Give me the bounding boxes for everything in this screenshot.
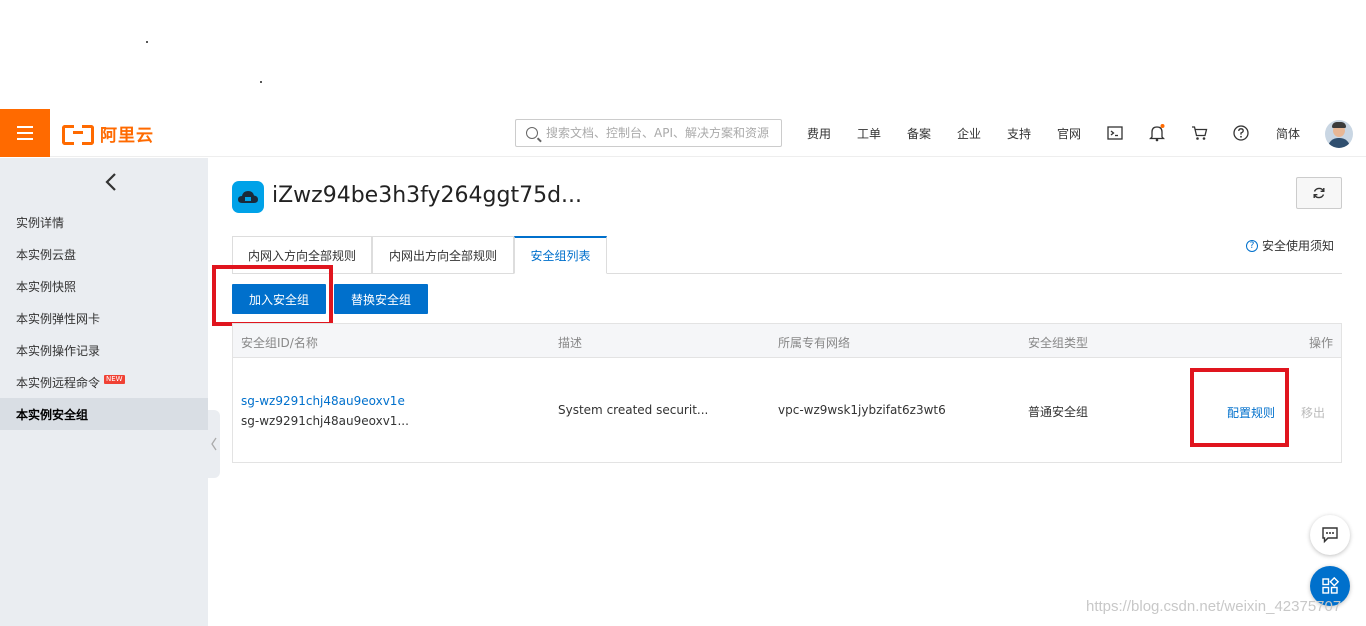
help-icon[interactable] xyxy=(1232,124,1250,142)
new-badge: NEW xyxy=(104,374,125,384)
security-group-vpc: vpc-wz9wsk1jybzifat6z3wt6 xyxy=(778,403,946,417)
instance-name: iZwz94be3h3fy264ggt75d... xyxy=(272,183,583,208)
terminal-icon[interactable] xyxy=(1106,124,1124,142)
tab-label: 内网入方向全部规则 xyxy=(247,248,356,263)
security-tips-label: 安全使用须知 xyxy=(1262,239,1335,253)
search-box[interactable] xyxy=(515,119,782,147)
nav-official-site[interactable]: 官网 xyxy=(1057,125,1081,142)
back-chevron-icon[interactable] xyxy=(100,170,124,194)
sidebar-item-label: 本实例快照 xyxy=(16,279,77,294)
avatar-hair xyxy=(1332,122,1346,128)
security-group-type: 普通安全组 xyxy=(1028,405,1089,419)
security-group-table: 安全组ID/名称 描述 所属专有网络 安全组类型 操作 sg-wz9291chj… xyxy=(232,323,1342,463)
table-header: 安全组ID/名称 描述 所属专有网络 安全组类型 操作 xyxy=(233,324,1341,358)
sidebar-item-label: 本实例弹性网卡 xyxy=(16,311,101,326)
remove-link[interactable]: 移出 xyxy=(1301,404,1325,421)
nav-fees[interactable]: 费用 xyxy=(807,125,831,142)
column-header-id-name: 安全组ID/名称 xyxy=(241,336,318,350)
sidebar-item-label: 本实例操作记录 xyxy=(16,343,101,358)
sidebar-item-label: 实例详情 xyxy=(16,215,65,230)
user-avatar[interactable] xyxy=(1325,120,1353,148)
sidebar-item-operation-logs[interactable]: 本实例操作记录 xyxy=(0,334,208,366)
tab-outbound-rules[interactable]: 内网出方向全部规则 xyxy=(372,236,514,274)
language-switch[interactable]: 简体 xyxy=(1276,125,1300,142)
column-header-vpc: 所属专有网络 xyxy=(778,336,851,350)
apps-grid-icon xyxy=(1322,577,1339,594)
nav-icp[interactable]: 备案 xyxy=(907,125,931,142)
search-input[interactable] xyxy=(546,126,776,140)
ecs-instance-icon xyxy=(232,181,264,213)
nav-tickets[interactable]: 工单 xyxy=(857,125,881,142)
search-icon xyxy=(526,127,538,139)
sidebar-item-disks[interactable]: 本实例云盘 xyxy=(0,238,208,270)
tab-security-group-list[interactable]: 安全组列表 xyxy=(514,236,607,274)
sidebar-item-label: 本实例云盘 xyxy=(16,247,77,262)
replace-security-group-button[interactable]: 替换安全组 xyxy=(334,284,428,314)
avatar-body xyxy=(1328,138,1350,148)
security-group-description: System created securit... xyxy=(558,403,709,417)
tab-label: 安全组列表 xyxy=(530,249,591,263)
cart-icon[interactable] xyxy=(1190,124,1208,142)
logo-text: 阿里云 xyxy=(100,125,154,146)
column-header-description: 描述 xyxy=(558,336,583,350)
security-group-name: sg-wz9291chj48au9eoxv1... xyxy=(241,414,409,428)
sidebar-item-label: 本实例安全组 xyxy=(16,407,89,422)
bell-icon[interactable] xyxy=(1148,124,1166,142)
tab-label: 内网出方向全部规则 xyxy=(388,248,497,263)
top-navigation-bar: 阿里云 费用 工单 备案 企业 支持 官网 简体 xyxy=(0,109,1366,157)
sidebar: 实例详情 本实例云盘 本实例快照 本实例弹性网卡 本实例操作记录 本实例远程命令… xyxy=(0,158,208,626)
sidebar-item-remote-commands[interactable]: 本实例远程命令 NEW xyxy=(0,366,208,398)
nav-enterprise[interactable]: 企业 xyxy=(957,125,981,142)
red-highlight-box xyxy=(212,265,333,326)
sidebar-collapse-handle[interactable] xyxy=(208,410,220,478)
column-header-type: 安全组类型 xyxy=(1028,336,1089,350)
refresh-icon xyxy=(1313,187,1325,199)
aliyun-logo-mark-icon xyxy=(62,123,94,145)
sidebar-item-eni[interactable]: 本实例弹性网卡 xyxy=(0,302,208,334)
question-icon: ? xyxy=(1246,239,1258,252)
chat-icon xyxy=(1322,527,1338,544)
column-header-actions: 操作 xyxy=(1309,336,1334,350)
stray-dot xyxy=(146,41,148,43)
aliyun-logo[interactable]: 阿里云 xyxy=(62,121,154,146)
stray-dot xyxy=(260,81,262,83)
sidebar-item-instance-details[interactable]: 实例详情 xyxy=(0,206,208,238)
security-group-id-link[interactable]: sg-wz9291chj48au9eoxv1e xyxy=(241,394,405,408)
watermark: https://blog.csdn.net/weixin_42375707 xyxy=(1086,598,1342,615)
nav-support[interactable]: 支持 xyxy=(1007,125,1031,142)
sidebar-item-security-groups[interactable]: 本实例安全组 xyxy=(0,398,208,430)
security-tips-link[interactable]: ? 安全使用须知 xyxy=(1246,237,1334,254)
menu-button[interactable] xyxy=(0,109,50,157)
refresh-button[interactable] xyxy=(1296,177,1342,209)
hamburger-icon xyxy=(17,126,33,140)
chat-button[interactable] xyxy=(1310,515,1350,555)
chevron-left-icon xyxy=(211,437,217,451)
sidebar-item-snapshots[interactable]: 本实例快照 xyxy=(0,270,208,302)
sidebar-item-label: 本实例远程命令 xyxy=(16,375,101,390)
red-highlight-box xyxy=(1190,368,1289,447)
